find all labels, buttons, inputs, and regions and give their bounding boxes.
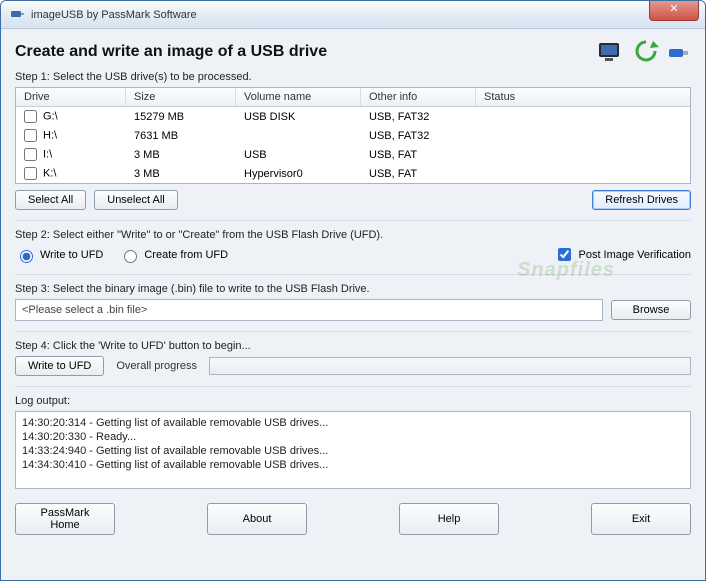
log-output[interactable]: 14:30:20:314 - Getting list of available… xyxy=(15,411,691,489)
table-row[interactable]: K:\3 MBHypervisor0USB, FAT xyxy=(16,164,690,183)
write-to-ufd-button[interactable]: Write to UFD xyxy=(15,356,104,376)
step1-label: Step 1: Select the USB drive(s) to be pr… xyxy=(15,71,691,83)
browse-button[interactable]: Browse xyxy=(611,300,691,320)
create-from-ufd-radio[interactable]: Create from UFD xyxy=(119,247,228,263)
header-icons xyxy=(597,39,691,65)
window-title: imageUSB by PassMark Software xyxy=(31,9,197,21)
drive-checkbox[interactable] xyxy=(24,129,37,142)
refresh-drives-button[interactable]: Refresh Drives xyxy=(592,190,691,210)
passmark-home-button[interactable]: PassMark Home xyxy=(15,503,115,535)
write-to-ufd-radio[interactable]: Write to UFD xyxy=(15,247,103,263)
app-window: imageUSB by PassMark Software ✕ Create a… xyxy=(0,0,706,581)
step4-label: Step 4: Click the 'Write to UFD' button … xyxy=(15,340,691,352)
drive-table: Drive Size Volume name Other info Status… xyxy=(15,87,691,184)
client-area: Create and write an image of a USB drive… xyxy=(1,29,705,547)
computer-icon xyxy=(597,39,627,65)
table-row[interactable]: G:\15279 MBUSB DISKUSB, FAT32 xyxy=(16,107,690,126)
log-label: Log output: xyxy=(15,395,691,407)
titlebar: imageUSB by PassMark Software ✕ xyxy=(1,1,705,29)
app-icon xyxy=(9,7,25,23)
exit-button[interactable]: Exit xyxy=(591,503,691,535)
col-status[interactable]: Status xyxy=(476,88,690,106)
about-button[interactable]: About xyxy=(207,503,307,535)
drive-checkbox[interactable] xyxy=(24,110,37,123)
col-vol[interactable]: Volume name xyxy=(236,88,361,106)
select-all-button[interactable]: Select All xyxy=(15,190,86,210)
step2-label: Step 2: Select either "Write" to or "Cre… xyxy=(15,229,691,241)
progress-label: Overall progress xyxy=(116,360,197,372)
bin-file-input[interactable] xyxy=(15,299,603,321)
step3-label: Step 3: Select the binary image (.bin) f… xyxy=(15,283,691,295)
table-row[interactable]: H:\7631 MBUSB, FAT32 xyxy=(16,126,690,145)
page-title: Create and write an image of a USB drive xyxy=(15,43,327,61)
refresh-icon xyxy=(633,39,659,65)
col-size[interactable]: Size xyxy=(126,88,236,106)
col-other[interactable]: Other info xyxy=(361,88,476,106)
table-row[interactable]: I:\3 MBUSBUSB, FAT xyxy=(16,145,690,164)
overall-progress-bar xyxy=(209,357,691,375)
drive-checkbox[interactable] xyxy=(24,148,37,161)
help-button[interactable]: Help xyxy=(399,503,499,535)
table-header: Drive Size Volume name Other info Status xyxy=(16,88,690,107)
close-button[interactable]: ✕ xyxy=(649,1,699,21)
col-drive[interactable]: Drive xyxy=(16,88,126,106)
unselect-all-button[interactable]: Unselect All xyxy=(94,190,177,210)
post-image-verification-checkbox[interactable]: Post Image Verification xyxy=(554,245,691,264)
usb-drive-icon xyxy=(665,39,691,65)
drive-checkbox[interactable] xyxy=(24,167,37,180)
